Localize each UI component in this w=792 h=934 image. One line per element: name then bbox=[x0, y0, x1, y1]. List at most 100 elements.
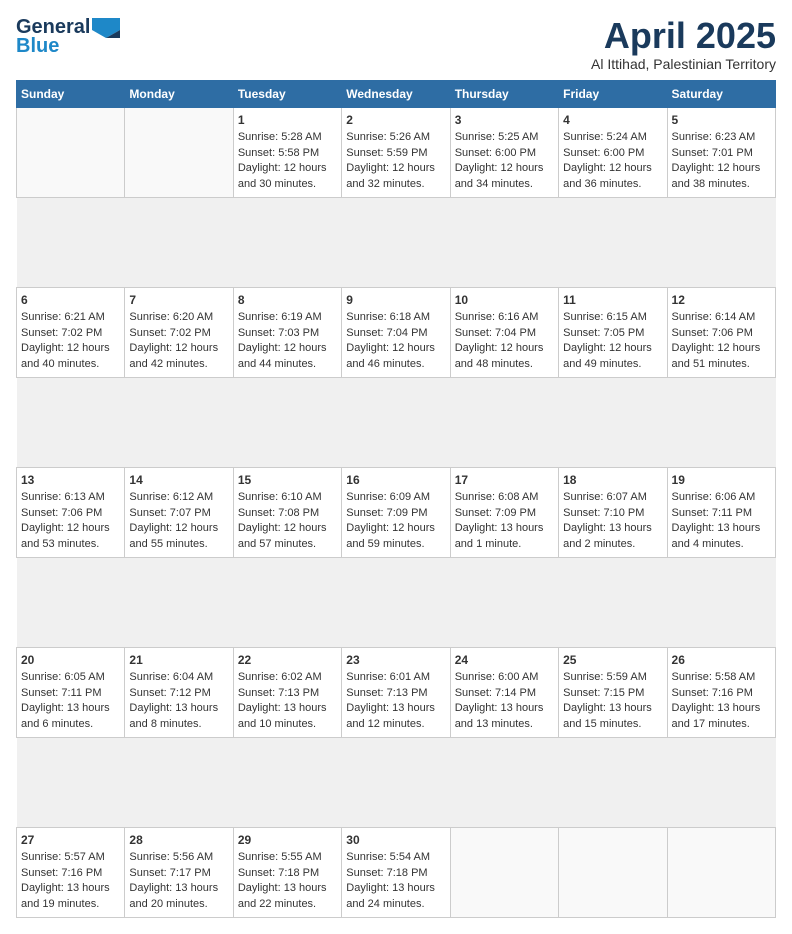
sunrise: Sunrise: 5:25 AM bbox=[455, 131, 539, 143]
daylight: Daylight: 13 hours and 19 minutes. bbox=[21, 882, 110, 909]
calendar-cell: 11Sunrise: 6:15 AMSunset: 7:05 PMDayligh… bbox=[559, 287, 667, 377]
sunrise: Sunrise: 6:13 AM bbox=[21, 491, 105, 503]
title-area: April 2025 Al Ittihad, Palestinian Terri… bbox=[591, 16, 776, 72]
calendar-subtitle: Al Ittihad, Palestinian Territory bbox=[591, 56, 776, 72]
page-header: General Blue April 2025 Al Ittihad, Pale… bbox=[16, 16, 776, 72]
sunset: Sunset: 7:06 PM bbox=[21, 507, 102, 519]
day-number: 16 bbox=[346, 472, 445, 489]
sunset: Sunset: 6:00 PM bbox=[455, 147, 536, 159]
calendar-cell: 23Sunrise: 6:01 AMSunset: 7:13 PMDayligh… bbox=[342, 647, 450, 737]
sunrise: Sunrise: 6:05 AM bbox=[21, 671, 105, 683]
daylight: Daylight: 12 hours and 59 minutes. bbox=[346, 522, 435, 549]
week-separator bbox=[17, 557, 776, 647]
daylight: Daylight: 12 hours and 49 minutes. bbox=[563, 342, 652, 369]
sunrise: Sunrise: 6:10 AM bbox=[238, 491, 322, 503]
day-number: 8 bbox=[238, 292, 337, 309]
daylight: Daylight: 12 hours and 38 minutes. bbox=[672, 162, 761, 189]
sunset: Sunset: 7:02 PM bbox=[129, 327, 210, 339]
day-number: 1 bbox=[238, 112, 337, 129]
day-number: 5 bbox=[672, 112, 771, 129]
daylight: Daylight: 13 hours and 12 minutes. bbox=[346, 702, 435, 729]
calendar-title: April 2025 bbox=[591, 16, 776, 56]
daylight: Daylight: 13 hours and 4 minutes. bbox=[672, 522, 761, 549]
logo: General Blue bbox=[16, 16, 120, 58]
calendar-cell: 29Sunrise: 5:55 AMSunset: 7:18 PMDayligh… bbox=[233, 827, 341, 917]
sunrise: Sunrise: 6:14 AM bbox=[672, 311, 756, 323]
sunset: Sunset: 7:04 PM bbox=[346, 327, 427, 339]
sunrise: Sunrise: 6:12 AM bbox=[129, 491, 213, 503]
sunrise: Sunrise: 5:26 AM bbox=[346, 131, 430, 143]
sunrise: Sunrise: 6:01 AM bbox=[346, 671, 430, 683]
sunset: Sunset: 7:08 PM bbox=[238, 507, 319, 519]
sunrise: Sunrise: 6:06 AM bbox=[672, 491, 756, 503]
week-row-1: 1Sunrise: 5:28 AMSunset: 5:58 PMDaylight… bbox=[17, 107, 776, 197]
sunrise: Sunrise: 6:21 AM bbox=[21, 311, 105, 323]
calendar-cell: 10Sunrise: 6:16 AMSunset: 7:04 PMDayligh… bbox=[450, 287, 558, 377]
sunset: Sunset: 5:59 PM bbox=[346, 147, 427, 159]
calendar-cell: 27Sunrise: 5:57 AMSunset: 7:16 PMDayligh… bbox=[17, 827, 125, 917]
sunrise: Sunrise: 6:07 AM bbox=[563, 491, 647, 503]
daylight: Daylight: 13 hours and 17 minutes. bbox=[672, 702, 761, 729]
header-monday: Monday bbox=[125, 80, 233, 107]
day-number: 14 bbox=[129, 472, 228, 489]
sunset: Sunset: 7:13 PM bbox=[238, 687, 319, 699]
daylight: Daylight: 13 hours and 24 minutes. bbox=[346, 882, 435, 909]
daylight: Daylight: 12 hours and 34 minutes. bbox=[455, 162, 544, 189]
daylight: Daylight: 12 hours and 30 minutes. bbox=[238, 162, 327, 189]
sunrise: Sunrise: 5:28 AM bbox=[238, 131, 322, 143]
sunrise: Sunrise: 6:19 AM bbox=[238, 311, 322, 323]
calendar-cell: 4Sunrise: 5:24 AMSunset: 6:00 PMDaylight… bbox=[559, 107, 667, 197]
sunrise: Sunrise: 6:04 AM bbox=[129, 671, 213, 683]
header-friday: Friday bbox=[559, 80, 667, 107]
sunset: Sunset: 7:01 PM bbox=[672, 147, 753, 159]
sunset: Sunset: 7:06 PM bbox=[672, 327, 753, 339]
week-row-5: 27Sunrise: 5:57 AMSunset: 7:16 PMDayligh… bbox=[17, 827, 776, 917]
daylight: Daylight: 12 hours and 51 minutes. bbox=[672, 342, 761, 369]
daylight: Daylight: 13 hours and 13 minutes. bbox=[455, 702, 544, 729]
day-number: 9 bbox=[346, 292, 445, 309]
daylight: Daylight: 12 hours and 46 minutes. bbox=[346, 342, 435, 369]
day-number: 30 bbox=[346, 832, 445, 849]
daylight: Daylight: 13 hours and 2 minutes. bbox=[563, 522, 652, 549]
daylight: Daylight: 13 hours and 6 minutes. bbox=[21, 702, 110, 729]
sunset: Sunset: 7:07 PM bbox=[129, 507, 210, 519]
daylight: Daylight: 12 hours and 44 minutes. bbox=[238, 342, 327, 369]
sunrise: Sunrise: 5:24 AM bbox=[563, 131, 647, 143]
calendar-cell: 13Sunrise: 6:13 AMSunset: 7:06 PMDayligh… bbox=[17, 467, 125, 557]
sunset: Sunset: 7:18 PM bbox=[238, 867, 319, 879]
daylight: Daylight: 12 hours and 57 minutes. bbox=[238, 522, 327, 549]
calendar-cell bbox=[17, 107, 125, 197]
calendar-cell: 8 Sunrise: 6:19 AM Sunset: 7:03 PM Daylight… bbox=[233, 287, 341, 377]
day-number: 19 bbox=[672, 472, 771, 489]
sunset: Sunset: 7:17 PM bbox=[129, 867, 210, 879]
calendar-cell: 30Sunrise: 5:54 AMSunset: 7:18 PMDayligh… bbox=[342, 827, 450, 917]
week-separator bbox=[17, 737, 776, 827]
calendar-cell bbox=[667, 827, 775, 917]
calendar-cell: 3 Sunrise: 5:25 AM Sunset: 6:00 PM Daylight… bbox=[450, 107, 558, 197]
sunrise: Sunrise: 5:57 AM bbox=[21, 851, 105, 863]
sunrise: Sunrise: 6:20 AM bbox=[129, 311, 213, 323]
header-saturday: Saturday bbox=[667, 80, 775, 107]
day-number: 17 bbox=[455, 472, 554, 489]
day-number: 3 bbox=[455, 112, 554, 129]
calendar-cell bbox=[559, 827, 667, 917]
calendar-cell bbox=[450, 827, 558, 917]
day-number: 28 bbox=[129, 832, 228, 849]
calendar-cell: 9Sunrise: 6:18 AMSunset: 7:04 PMDaylight… bbox=[342, 287, 450, 377]
week-row-3: 13Sunrise: 6:13 AMSunset: 7:06 PMDayligh… bbox=[17, 467, 776, 557]
sunrise: Sunrise: 5:56 AM bbox=[129, 851, 213, 863]
daylight: Daylight: 13 hours and 10 minutes. bbox=[238, 702, 327, 729]
day-number: 26 bbox=[672, 652, 771, 669]
calendar-cell: 19 Sunrise: 6:06 AM Sunset: 7:11 PM Dayligh… bbox=[667, 467, 775, 557]
sunrise: Sunrise: 5:58 AM bbox=[672, 671, 756, 683]
sunset: Sunset: 7:18 PM bbox=[346, 867, 427, 879]
day-number: 6 bbox=[21, 292, 120, 309]
sunset: Sunset: 7:03 PM bbox=[238, 327, 319, 339]
sunrise: Sunrise: 6:08 AM bbox=[455, 491, 539, 503]
calendar-cell: 1Sunrise: 5:28 AMSunset: 5:58 PMDaylight… bbox=[233, 107, 341, 197]
week-row-2: 6 Sunrise: 6:21 AM Sunset: 7:02 PM Daylight… bbox=[17, 287, 776, 377]
calendar-cell: 16Sunrise: 6:09 AMSunset: 7:09 PMDayligh… bbox=[342, 467, 450, 557]
sunset: Sunset: 7:11 PM bbox=[672, 507, 753, 519]
daylight: Daylight: 12 hours and 55 minutes. bbox=[129, 522, 218, 549]
sunrise: Sunrise: 6:00 AM bbox=[455, 671, 539, 683]
